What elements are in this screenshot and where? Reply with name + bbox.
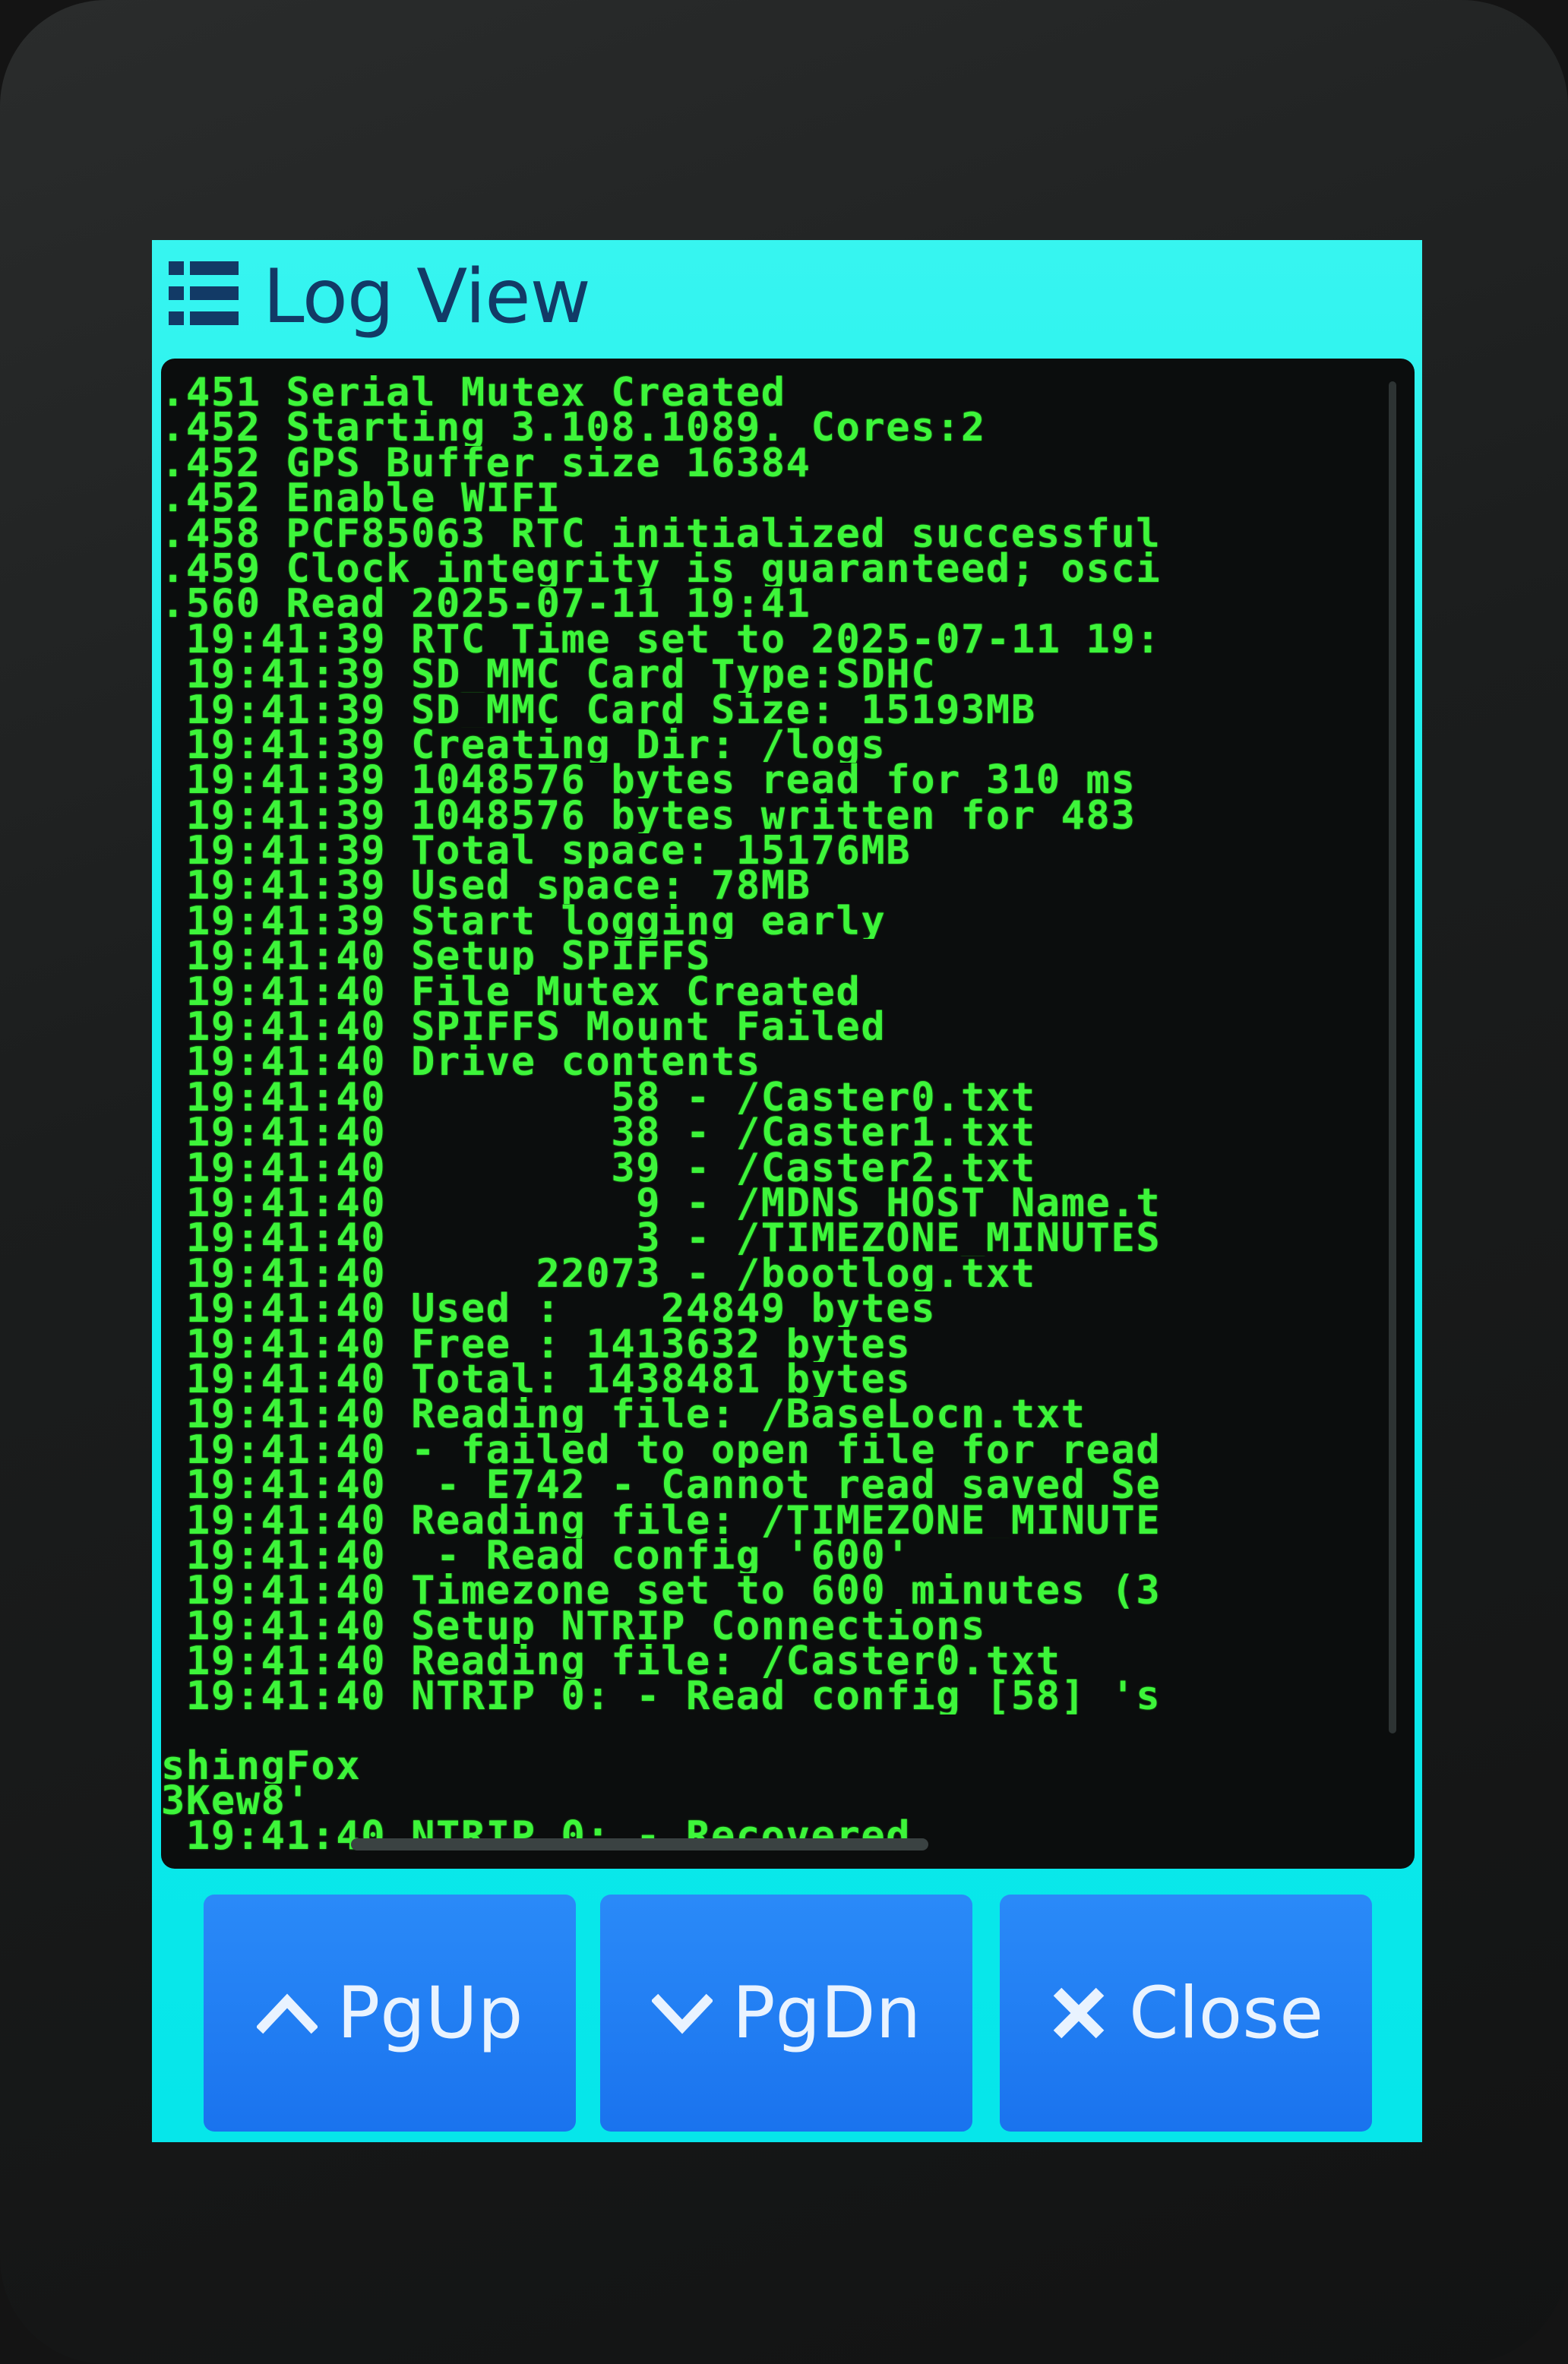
close-button[interactable]: Close bbox=[1000, 1895, 1372, 2132]
log-lines: .451 Serial Mutex Created .452 Starting 3… bbox=[161, 375, 1399, 1715]
log-line: 19:41:40 Used : 24849 bytes bbox=[161, 1291, 937, 1327]
title-bar: Log View bbox=[152, 240, 1422, 354]
log-line: 19:41:39 RTC Time set to 2025-07-11 19: bbox=[161, 621, 1162, 658]
log-line: .560 Read 2025-07-11 19:41 bbox=[161, 586, 811, 622]
window-title: Log View bbox=[263, 254, 591, 340]
log-line: 19:41:39 Start logging early bbox=[161, 903, 887, 940]
chevron-down-icon bbox=[651, 1993, 713, 2034]
log-line: 19:41:40 Reading file: /TIMEZONE_MINUTE bbox=[161, 1503, 1162, 1538]
log-line: 19:41:40 - Read config '600' bbox=[161, 1538, 912, 1574]
log-line: 19:41:40 - failed to open file for read bbox=[161, 1432, 1162, 1468]
log-line: 19:41:40 Setup SPIFFS bbox=[161, 939, 711, 975]
device-bezel: Log View .451 Serial Mutex Created .452 S… bbox=[0, 0, 1568, 2364]
log-line: 19:41:40 File Mutex Created bbox=[161, 974, 861, 1010]
log-panel[interactable]: .451 Serial Mutex Created .452 Starting 3… bbox=[161, 359, 1415, 1869]
close-label: Close bbox=[1128, 1971, 1324, 2055]
log-line: 19:41:40 Total: 1438481 bytes bbox=[161, 1361, 912, 1398]
log-line: .459 Clock integrity is guaranteed; osci bbox=[161, 551, 1162, 587]
log-line: 19:41:39 Total space: 15176MB bbox=[161, 833, 912, 869]
log-line: 19:41:40 SPIFFS Mount Failed bbox=[161, 1010, 887, 1045]
log-line: 19:41:40 58 - /Caster0.txt bbox=[161, 1079, 1036, 1116]
list-icon bbox=[169, 261, 239, 325]
log-line: 19:41:40 3 - /TIMEZONE_MINUTES bbox=[161, 1221, 1162, 1256]
log-line: 19:41:40 Timezone set to 600 minutes (3 bbox=[161, 1573, 1162, 1609]
log-line: .458 PCF85063 RTC initialized successful bbox=[161, 516, 1162, 551]
log-line: 19:41:39 1048576 bytes read for 310 ms bbox=[161, 763, 1136, 798]
log-line: .452 GPS Buffer size 16384 bbox=[161, 445, 811, 482]
log-line: 19:41:40 Reading file: /BaseLocn.txt bbox=[161, 1397, 1086, 1433]
button-row: PgUp PgDn Close bbox=[152, 1881, 1422, 2142]
page-up-label: PgUp bbox=[337, 1971, 523, 2055]
log-line: 19:41:40 Drive contents bbox=[161, 1045, 761, 1080]
log-line: 19:41:40 39 - /Caster2.txt bbox=[161, 1150, 1036, 1186]
page-down-button[interactable]: PgDn bbox=[600, 1895, 972, 2132]
log-line: 19:41:40 9 - /MDNS_HOST_Name.t bbox=[161, 1185, 1162, 1222]
log-line: 19:41:39 1048576 bytes written for 483 bbox=[161, 798, 1136, 834]
log-line: 19:41:39 SD_MMC Card Size: 15193MB bbox=[161, 692, 1036, 728]
log-line: shingFox bbox=[161, 1749, 362, 1784]
horizontal-scrollbar[interactable] bbox=[351, 1838, 928, 1850]
log-line: 19:41:40 Reading file: /Caster0.txt bbox=[161, 1644, 1061, 1680]
log-line: 19:41:39 Used space: 78MB bbox=[161, 868, 811, 904]
log-line: 3Kew8' bbox=[161, 1784, 311, 1819]
log-line: 19:41:40 38 - /Caster1.txt bbox=[161, 1115, 1036, 1151]
log-line: 19:41:39 Creating Dir: /logs bbox=[161, 727, 887, 763]
log-line: 19:41:40 NTRIP 0: - Read config [58] 's bbox=[161, 1679, 1162, 1715]
screen: Log View .451 Serial Mutex Created .452 S… bbox=[152, 240, 1422, 2142]
log-line: .452 Enable WIFI bbox=[161, 481, 561, 517]
log-line: .451 Serial Mutex Created bbox=[161, 375, 786, 411]
chevron-up-icon bbox=[256, 1993, 318, 2034]
log-line: 19:41:40 - E742 - Cannot read saved Se bbox=[161, 1468, 1162, 1503]
vertical-scrollbar[interactable] bbox=[1389, 381, 1396, 1733]
log-line: .452 Starting 3.108.1089. Cores:2 bbox=[161, 410, 986, 446]
page-up-button[interactable]: PgUp bbox=[204, 1895, 576, 2132]
close-icon bbox=[1053, 1987, 1105, 2039]
log-line: 19:41:40 Free : 1413632 bytes bbox=[161, 1326, 912, 1362]
log-line: 19:41:39 SD_MMC Card Type:SDHC bbox=[161, 657, 937, 693]
log-line: 19:41:40 22073 - /bootlog.txt bbox=[161, 1256, 1036, 1292]
page-down-label: PgDn bbox=[732, 1971, 922, 2055]
log-line: 19:41:40 Setup NTRIP Connections bbox=[161, 1608, 986, 1645]
